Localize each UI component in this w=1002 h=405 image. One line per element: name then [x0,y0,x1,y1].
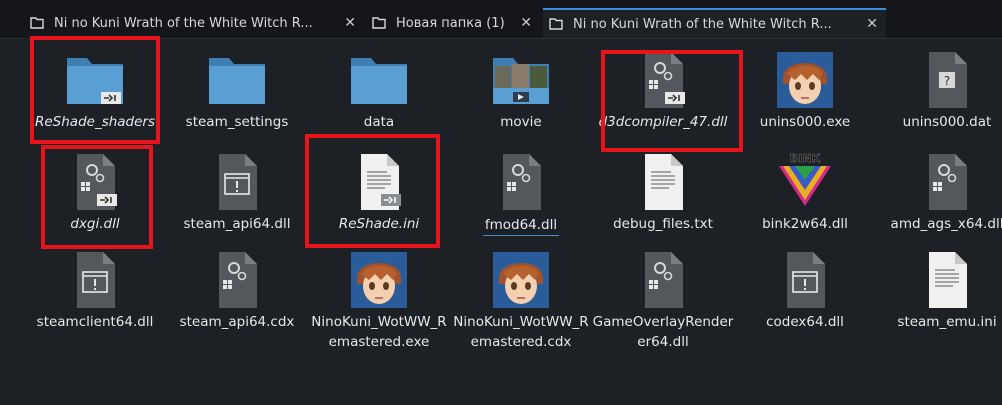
folder-icon [209,58,265,104]
file-item[interactable]: steamclient64.dll [24,248,166,332]
folder-link-icon [67,58,123,104]
file-name: amd_ags_x64.dll [890,216,1002,232]
file-name: data [363,114,395,130]
tab-new-folder[interactable]: Новая папка (1) ✕ [366,9,540,37]
file-name: movie [500,114,542,130]
folder-tab-icon [549,18,563,30]
folder-tab-icon [372,17,386,29]
file-name: ReShade_shaders [34,114,156,130]
close-icon[interactable]: ✕ [344,15,356,31]
folder-tab-icon [30,17,44,29]
executable-icon [77,252,115,308]
file-name: NinoKuni_WotWW_Remastered.exe [311,314,447,350]
file-item[interactable]: ReShade.ini [308,150,450,234]
dll-icon [929,154,967,210]
file-item[interactable]: movie [450,48,592,132]
dll-icon [645,252,683,308]
file-name: steam_api64.cdx [179,314,295,330]
file-name: dxgi.dll [70,216,120,232]
file-item[interactable]: amd_ags_x64.dll [876,150,1002,234]
svg-text:?: ? [944,74,950,88]
tab-ninokuni-1[interactable]: Ni no Kuni Wrath of the White Witch R...… [24,9,364,37]
tab-ninokuni-active[interactable]: Ni no Kuni Wrath of the White Witch R...… [543,8,886,38]
file-name: bink2w64.dll [762,216,848,232]
file-name: steam_emu.ini [897,314,997,330]
file-item[interactable]: debug_files.txt [592,150,734,234]
file-grid: ReShade_shaders steam_settings data movi… [0,40,1002,405]
file-name: GameOverlayRenderer64.dll [592,314,734,350]
unknown-file-icon: ? [929,52,967,108]
file-name: unins000.dat [902,114,992,130]
file-item[interactable]: steam_api64.dll [166,150,308,234]
file-name: steamclient64.dll [36,314,154,330]
executable-icon [219,154,257,210]
dll-icon [219,252,257,308]
text-file-icon [929,252,967,308]
file-item[interactable]: fmod64.dll [450,150,592,236]
file-item[interactable]: NinoKuni_WotWW_Remastered.exe [308,248,450,352]
anime-avatar-icon [493,252,549,308]
tab-bar: Ni no Kuni Wrath of the White Witch R...… [0,0,1002,38]
file-name: steam_api64.dll [183,216,291,232]
file-item[interactable]: data [308,48,450,132]
file-name: ReShade.ini [338,216,420,232]
anime-avatar-icon [351,252,407,308]
dll-link-icon [645,52,685,108]
file-item[interactable]: GameOverlayRenderer64.dll [592,248,734,352]
file-item[interactable]: steam_emu.ini [876,248,1002,332]
tab-label: Ni no Kuni Wrath of the White Witch R... [573,16,832,32]
tab-label: Ni no Kuni Wrath of the White Witch R... [54,15,313,31]
file-name: unins000.exe [759,114,851,130]
file-item[interactable]: d3dcompiler_47.dll [592,48,734,132]
file-item[interactable]: ReShade_shaders [24,48,166,132]
file-item[interactable]: unins000.exe [734,48,876,132]
anime-avatar-icon [777,52,833,108]
executable-icon [787,252,825,308]
file-name: NinoKuni_WotWW_Remastered.cdx [453,314,589,350]
tab-label: Новая папка (1) [396,15,505,31]
dll-link-icon [77,154,117,210]
file-item[interactable]: ? unins000.dat [876,48,1002,132]
text-file-icon [645,154,683,210]
file-item[interactable]: NinoKuni_WotWW_Remastered.cdx [450,248,592,352]
svg-text:BINK: BINK [790,152,821,165]
file-item[interactable]: steam_api64.cdx [166,248,308,332]
close-icon[interactable]: ✕ [520,15,532,31]
file-item[interactable]: BINK bink2w64.dll [734,150,876,234]
file-name: codex64.dll [766,314,844,330]
bink-video-icon: BINK [779,152,831,206]
text-link-icon [361,154,401,210]
file-name: fmod64.dll [482,215,560,236]
file-name: d3dcompiler_47.dll [598,114,728,130]
folder-icon [351,58,407,104]
file-item[interactable]: dxgi.dll [24,150,166,234]
folder-video-icon [493,58,549,104]
file-item[interactable]: steam_settings [166,48,308,132]
file-name: steam_settings [185,114,289,130]
close-icon[interactable]: ✕ [866,16,878,32]
file-item[interactable]: codex64.dll [734,248,876,332]
tab-separator [0,38,1002,39]
file-name: debug_files.txt [613,216,713,232]
dll-icon [503,154,541,210]
